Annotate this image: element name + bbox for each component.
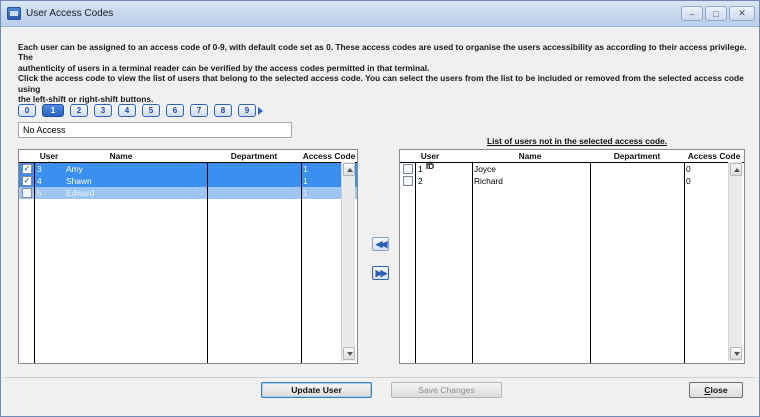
cell-access-code: 1 — [303, 164, 308, 174]
column-divider — [684, 162, 685, 363]
access-code-button-4[interactable]: 4 — [118, 104, 136, 117]
column-divider — [590, 162, 591, 363]
scroll-up-button[interactable] — [343, 163, 355, 176]
available-users-table[interactable]: User ID Name Department Access Code 1 Jo… — [399, 149, 745, 364]
access-code-button-8[interactable]: 8 — [214, 104, 232, 117]
column-header-name[interactable]: Name — [35, 151, 207, 161]
column-header-name[interactable]: Name — [470, 151, 590, 161]
table-row[interactable]: ✓ 3 Amy 1 — [19, 163, 357, 175]
save-changes-button[interactable]: Save Changes — [391, 382, 502, 398]
scroll-up-icon — [347, 168, 353, 172]
column-divider — [415, 162, 416, 363]
vertical-scrollbar[interactable] — [341, 162, 355, 361]
title-bar: User Access Codes – □ ✕ — [1, 1, 759, 27]
cell-user-id: 5 — [37, 188, 42, 198]
row-checkbox[interactable] — [403, 164, 413, 174]
access-code-button-3[interactable]: 3 — [94, 104, 112, 117]
shift-right-button[interactable]: ▶▶ — [372, 266, 389, 280]
window-title: User Access Codes — [26, 8, 114, 19]
instructions-text: Each user can be assigned to an access c… — [18, 42, 748, 104]
minimize-button[interactable]: – — [681, 6, 703, 21]
column-header-access-code[interactable]: Access Code — [301, 151, 357, 161]
update-user-button[interactable]: Update User — [261, 382, 372, 398]
cell-access-code: 1 — [303, 176, 308, 186]
app-window-icon — [7, 7, 21, 20]
column-header-department[interactable]: Department — [590, 151, 684, 161]
cell-name: Amy — [66, 164, 83, 174]
cell-access-code: 1 — [303, 188, 308, 198]
access-code-button-9[interactable]: 9 — [238, 104, 256, 117]
row-checkbox[interactable]: ✓ — [22, 176, 32, 186]
maximize-button[interactable]: □ — [705, 6, 727, 21]
cell-user-id: 2 — [418, 176, 423, 186]
instructions-line: Each user can be assigned to an access c… — [18, 42, 747, 63]
cell-user-id: 1 — [418, 164, 423, 174]
close-button-label: lose — [710, 385, 728, 395]
table-row[interactable]: ✓ 4 Shawn 1 — [19, 175, 357, 187]
cell-name: Shawn — [66, 176, 92, 186]
close-button[interactable]: Close — [689, 382, 743, 398]
column-header-department[interactable]: Department — [207, 151, 301, 161]
access-code-button-0[interactable]: 0 — [18, 104, 36, 117]
column-header-access-code[interactable]: Access Code — [684, 151, 744, 161]
vertical-scrollbar[interactable] — [728, 162, 742, 361]
scroll-down-icon — [347, 352, 353, 356]
access-code-button-5[interactable]: 5 — [142, 104, 160, 117]
row-checkbox[interactable] — [22, 188, 32, 198]
scroll-up-button[interactable] — [730, 163, 742, 176]
access-code-name-field[interactable]: No Access — [18, 122, 292, 138]
scroll-down-icon — [734, 352, 740, 356]
table-row[interactable]: 5 Edward 1 — [19, 187, 357, 199]
selected-code-users-table[interactable]: User ID Name Department Access Code ✓ 3 … — [18, 149, 358, 364]
scroll-up-icon — [734, 168, 740, 172]
scroll-down-button[interactable] — [343, 347, 355, 360]
table-row[interactable]: 1 Joyce 0 — [400, 163, 744, 175]
cell-access-code: 0 — [686, 176, 691, 186]
access-code-button-1[interactable]: 1 — [42, 104, 64, 117]
column-divider — [472, 162, 473, 363]
cell-name: Edward — [66, 188, 95, 198]
access-code-button-2[interactable]: 2 — [70, 104, 88, 117]
instructions-line: authenticity of users in a terminal read… — [18, 62, 430, 73]
user-access-codes-window: User Access Codes – □ ✕ Each user can be… — [0, 0, 760, 417]
cell-access-code: 0 — [686, 164, 691, 174]
column-divider — [207, 162, 208, 363]
shift-left-button[interactable]: ◀◀ — [372, 237, 389, 251]
access-code-selector: 0 1 2 3 4 5 6 7 8 9 — [18, 104, 263, 117]
instructions-line: the left-shift or right-shift buttons. — [18, 94, 154, 105]
instructions-line: Click the access code to view the list o… — [18, 73, 744, 94]
table-header: User ID Name Department Access Code — [400, 150, 744, 171]
row-checkbox[interactable]: ✓ — [22, 164, 32, 174]
footer-divider — [5, 377, 755, 378]
cell-user-id: 4 — [37, 176, 42, 186]
available-users-caption: List of users not in the selected access… — [487, 136, 668, 146]
column-divider — [34, 162, 35, 363]
cell-user-id: 3 — [37, 164, 42, 174]
access-code-button-6[interactable]: 6 — [166, 104, 184, 117]
cell-name: Richard — [474, 176, 503, 186]
row-checkbox[interactable] — [403, 176, 413, 186]
window-controls: – □ ✕ — [681, 6, 755, 21]
column-divider — [301, 162, 302, 363]
cell-name: Joyce — [474, 164, 496, 174]
close-window-button[interactable]: ✕ — [729, 6, 755, 21]
table-header: User ID Name Department Access Code — [19, 150, 357, 171]
scroll-right-arrow-icon[interactable] — [258, 106, 263, 115]
table-row[interactable]: 2 Richard 0 — [400, 175, 744, 187]
access-code-button-7[interactable]: 7 — [190, 104, 208, 117]
scroll-down-button[interactable] — [730, 347, 742, 360]
